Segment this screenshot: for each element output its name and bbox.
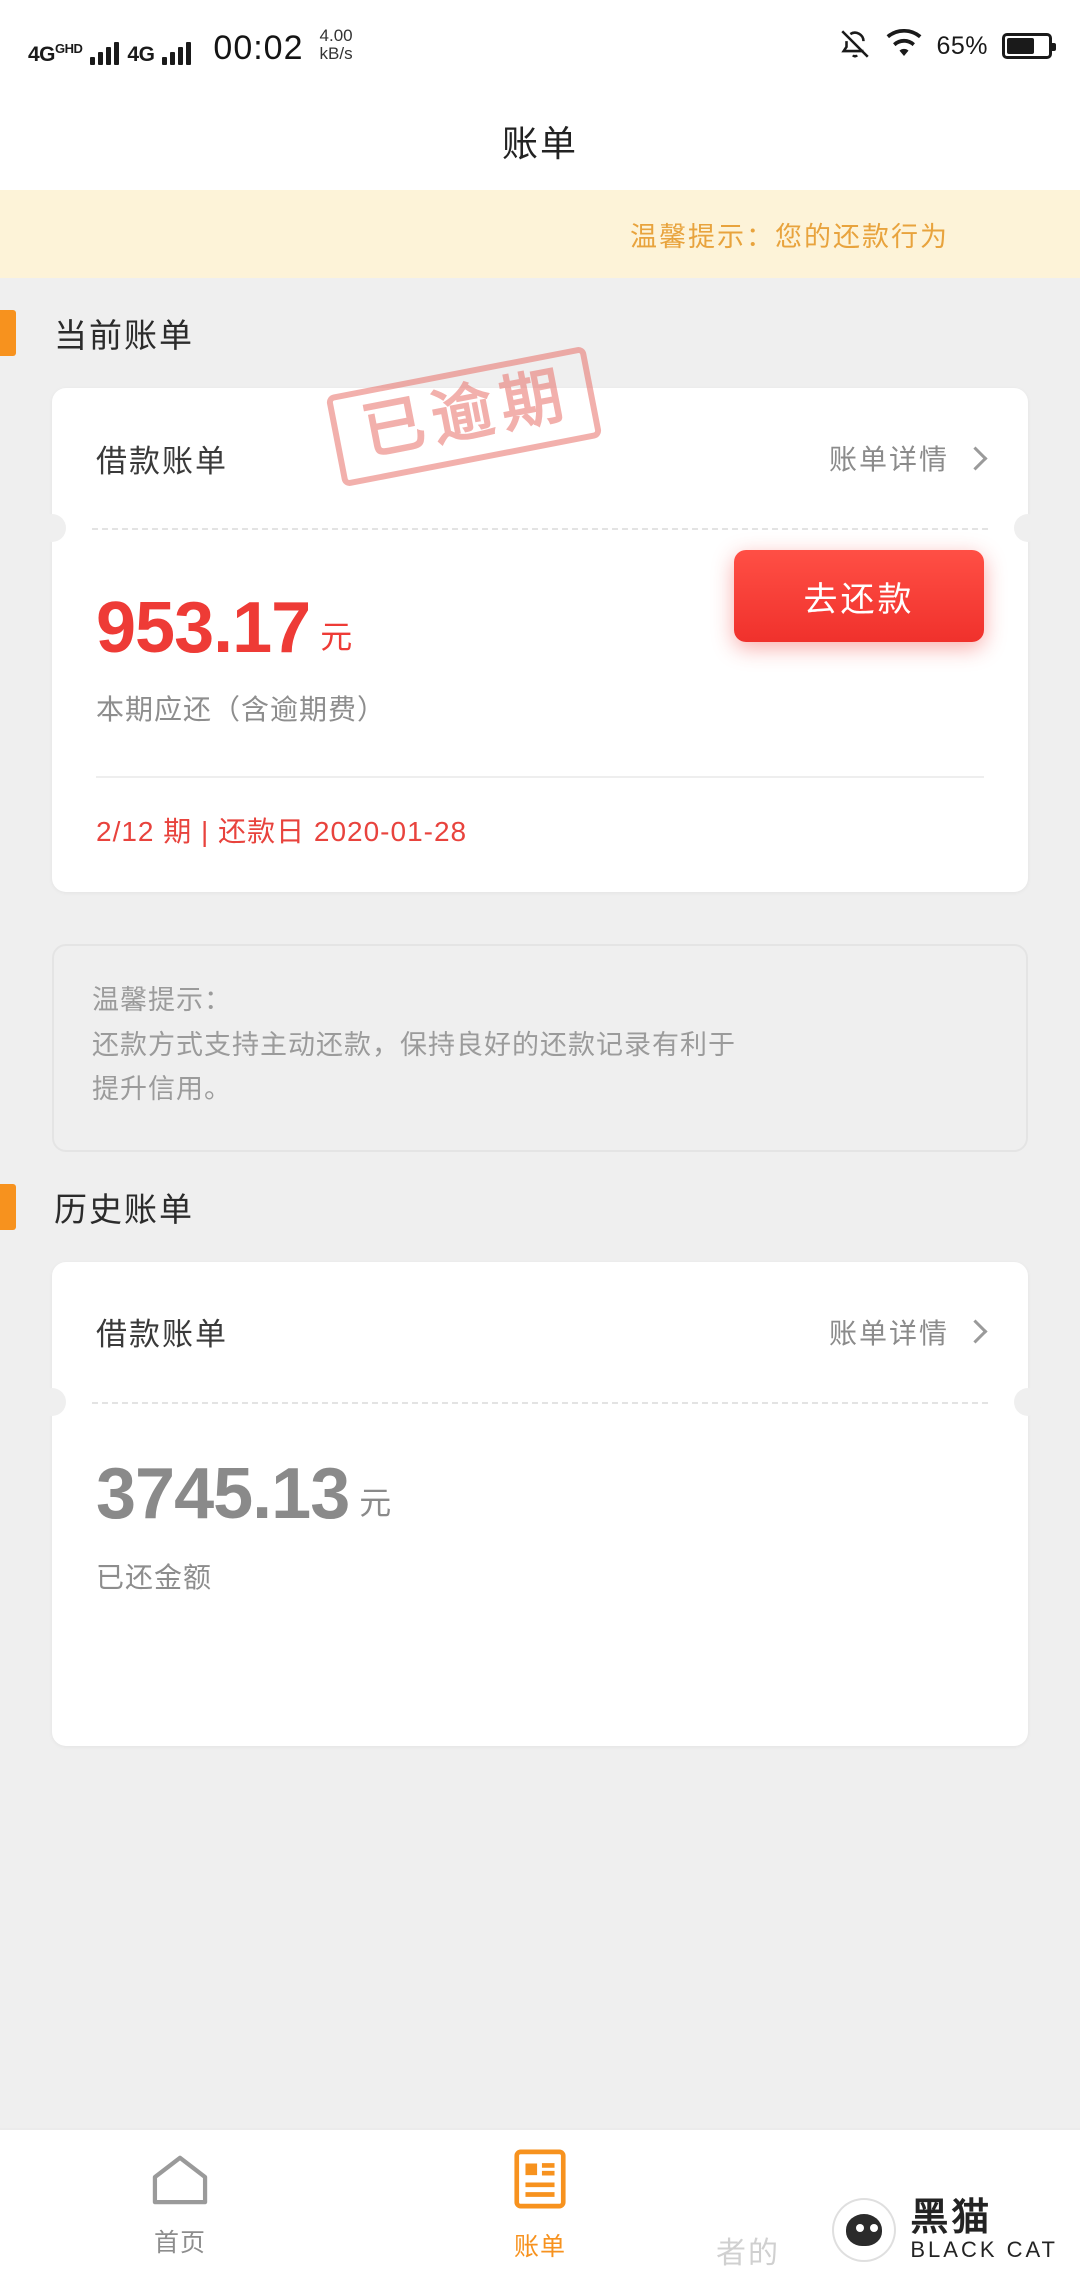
status-clock: 00:02 <box>213 28 304 67</box>
network-speed-value: 4.00 <box>319 26 353 46</box>
notice-banner: 温馨提示：您的还款行为 <box>0 190 1080 278</box>
watermark-ghost-text: 者的 <box>716 2237 780 2270</box>
home-icon <box>149 2152 211 2211</box>
status-bar-left: 4GGHD 4G 00:02 4.00 kB/s <box>28 27 353 65</box>
perforation-line <box>92 528 988 530</box>
history-amount-value: 3745.13 <box>96 1453 350 1534</box>
history-bill-label: 借款账单 <box>96 1317 228 1353</box>
signal-bars-icon-2 <box>162 39 192 65</box>
tab-bill-label: 账单 <box>513 2232 566 2261</box>
black-cat-logo-icon <box>832 2198 897 2262</box>
network-speed-unit: kB/s <box>319 44 353 63</box>
page-title: 账单 <box>501 123 578 164</box>
watermark-cn: 黑猫 <box>910 2196 993 2239</box>
current-amount-value: 953.17 <box>96 588 311 668</box>
history-card-perforation <box>38 1387 1042 1416</box>
history-bill-card[interactable]: 借款账单 账单详情 3745.13 元 已还金额 <box>38 1261 1042 1746</box>
page-body: 当前账单 借款账单 已逾期 账单详情 953.17 元 本期应还（含逾期费） 去… <box>0 278 1080 1756</box>
battery-icon <box>1002 33 1056 59</box>
perforation-notch-right <box>1014 514 1042 542</box>
notice-text: 温馨提示：您的还款行为 <box>630 221 949 252</box>
tips-box: 温馨提示： 还款方式支持主动还款，保持良好的还款记录有利于 提升信用。 <box>52 944 1028 1152</box>
current-bill-detail-label: 账单详情 <box>828 444 949 475</box>
wifi-icon <box>886 28 922 64</box>
tab-home[interactable]: 首页 <box>0 2130 360 2280</box>
bill-icon <box>512 2148 568 2215</box>
section-accent-bar <box>0 310 16 356</box>
network-type-1: 4GGHD <box>28 40 83 66</box>
history-bill-detail-label: 账单详情 <box>828 1317 949 1349</box>
card-perforation <box>38 514 1042 542</box>
chevron-right-icon-history <box>963 1319 988 1344</box>
section-header-history: 历史账单 <box>0 1152 1080 1262</box>
history-card-spacer <box>52 1596 1028 1746</box>
current-bill-meta: 2/12 期 | 还款日 2020-01-28 <box>96 816 468 847</box>
chevron-right-icon <box>963 445 988 471</box>
section-title-history: 历史账单 <box>54 1190 194 1228</box>
current-bill-card[interactable]: 借款账单 已逾期 账单详情 953.17 元 本期应还（含逾期费） 去还款 2/… <box>38 345 1042 892</box>
tab-bill[interactable]: 账单 <box>360 2130 720 2280</box>
battery-percent: 65% <box>936 31 988 60</box>
history-amount-caption: 已还金额 <box>96 1561 213 1593</box>
history-amount-unit: 元 <box>359 1484 392 1521</box>
tab-home-label: 首页 <box>153 2228 206 2257</box>
network-speed: 4.00 kB/s <box>320 27 353 63</box>
history-perforation-notch-right <box>1014 1387 1042 1416</box>
bell-off-icon <box>838 27 872 66</box>
pay-now-button[interactable]: 去还款 <box>734 550 984 642</box>
history-perforation-line <box>92 1401 988 1404</box>
app-header: 账单 <box>0 92 1080 190</box>
watermark-text: 黑猫 BLACK CAT <box>910 2196 1058 2263</box>
current-bill-card-header: 借款账单 已逾期 账单详情 <box>52 345 1028 528</box>
current-amount-unit: 元 <box>320 619 353 655</box>
history-amount-row: 3745.13 元 <box>52 1404 1028 1530</box>
history-perforation-notch-left <box>38 1387 66 1416</box>
current-amount-caption: 本期应还（含逾期费） <box>96 694 387 725</box>
watermark-en: BLACK CAT <box>910 2237 1058 2263</box>
tips-line-2: 还款方式支持主动还款，保持良好的还款记录有利于 <box>92 1029 736 1060</box>
history-bill-card-header: 借款账单 账单详情 <box>52 1262 1028 1402</box>
perforation-notch-left <box>38 514 66 542</box>
status-bar-right: 65% <box>838 27 1056 66</box>
tips-line-1: 温馨提示： <box>92 985 232 1015</box>
history-bill-detail-link[interactable]: 账单详情 <box>828 1312 988 1352</box>
current-bill-label: 借款账单 <box>96 443 228 479</box>
tips-line-3: 提升信用。 <box>92 1074 232 1105</box>
section-title-current: 当前账单 <box>54 317 194 354</box>
current-bill-detail-link[interactable]: 账单详情 <box>828 438 988 478</box>
network-type-2: 4G <box>127 42 155 66</box>
signal-bars-icon-1 <box>90 39 120 65</box>
watermark: 黑猫 BLACK CAT <box>832 2198 1058 2262</box>
status-bar: 4GGHD 4G 00:02 4.00 kB/s 65% <box>0 0 1080 92</box>
section-accent-bar-history <box>0 1183 16 1230</box>
